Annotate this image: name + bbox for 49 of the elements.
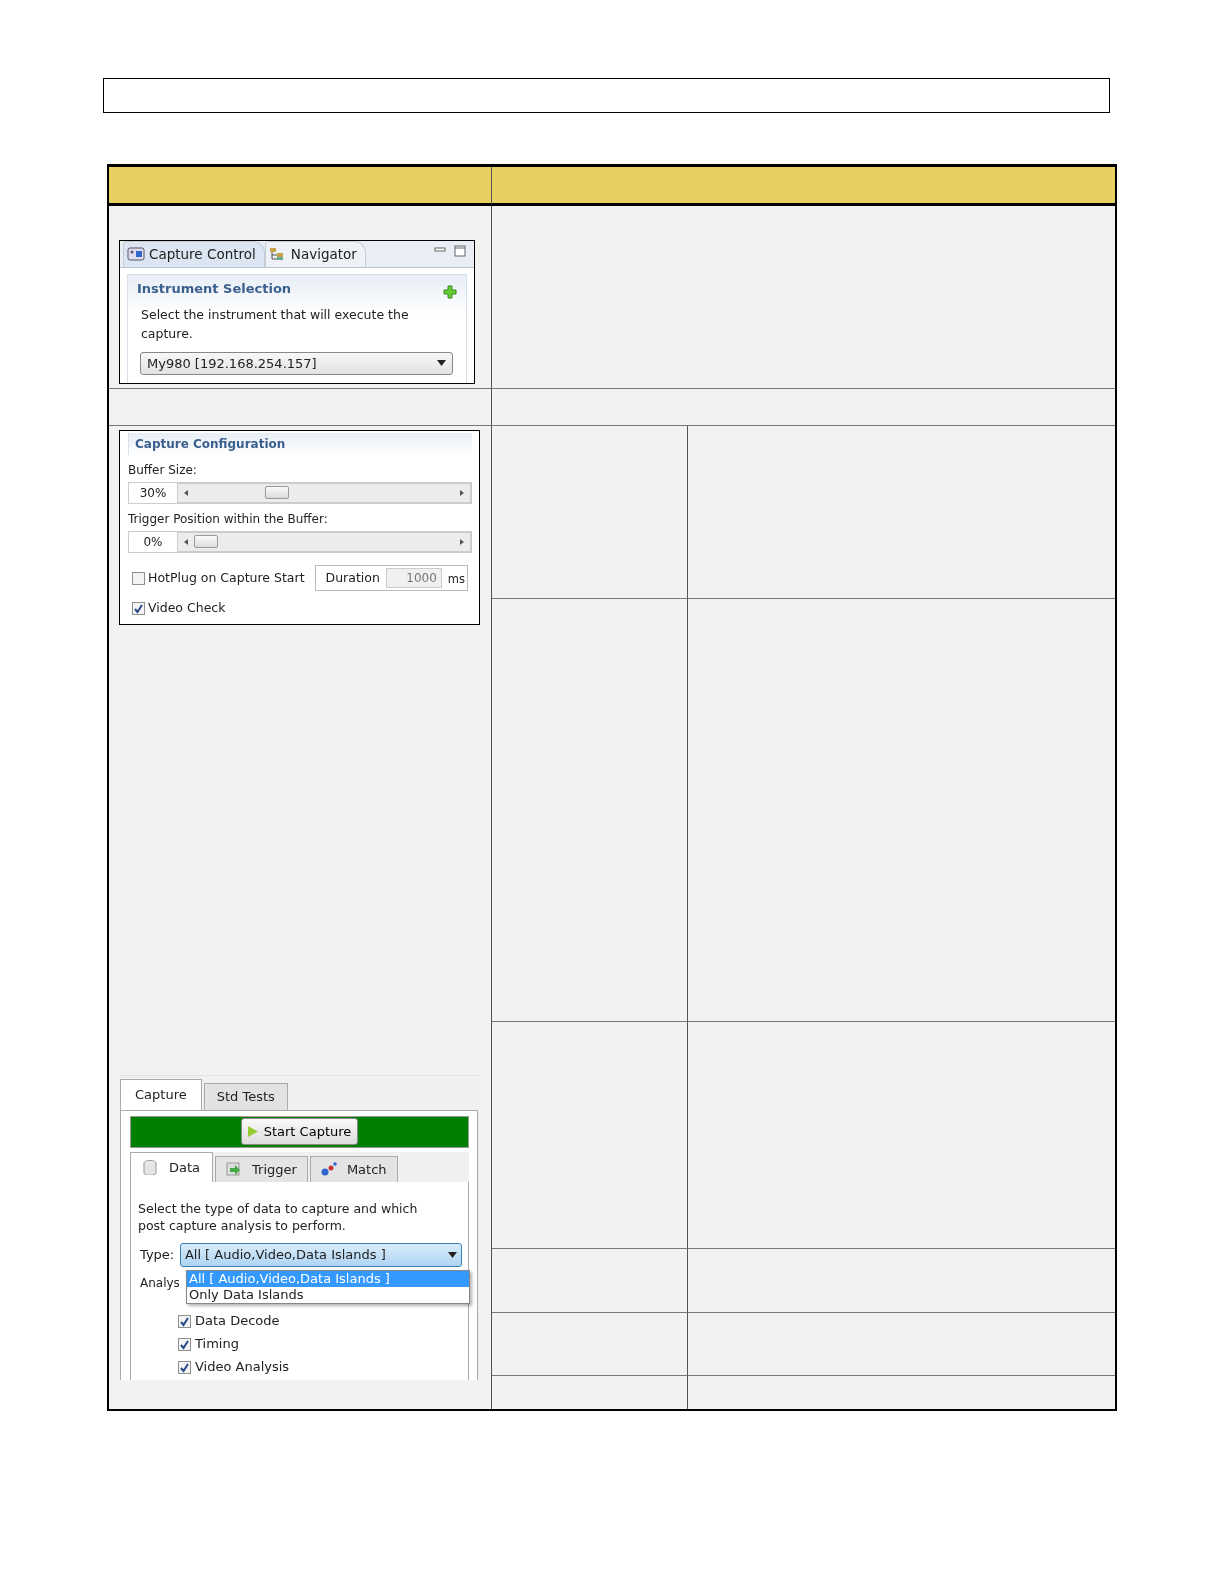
tab[interactable]: Data [130,1151,214,1182]
right-arrow-icon [460,490,464,496]
checkbox[interactable] [178,1360,191,1374]
scrollbar[interactable] [177,483,471,503]
duration-field[interactable]: 1000 [385,568,442,588]
instruction-text: Select the instrument that will execute the capture. [141,306,410,343]
checkbox-label: Timing [195,1335,239,1354]
checkbox[interactable] [132,601,145,615]
tab[interactable]: Std Tests [203,1083,288,1110]
add-icon [443,285,457,299]
slider-thumb[interactable] [264,486,289,499]
section-title: Capture Configuration [128,433,472,455]
checkbox-label: Data Decode [195,1312,280,1331]
field-label: Analys [140,1274,180,1292]
tab[interactable]: Trigger [215,1155,308,1182]
caret-icon [437,360,446,367]
checkbox[interactable] [178,1314,191,1328]
panel-tab[interactable]: Capture Control [123,240,265,267]
play-icon [247,1126,258,1137]
checkbox-label: Video Analysis [195,1358,290,1377]
left-arrow-icon [184,539,188,545]
scrollbar[interactable] [177,532,471,552]
molecule-icon [320,1161,337,1177]
caret-icon [448,1251,457,1258]
instrument-dropdown[interactable]: My980 [192.168.254.157] [140,351,453,375]
checkbox[interactable] [178,1337,191,1351]
maximize-icon [454,245,466,257]
type-dropdown[interactable]: All [ Audio,Video,Data Islands ] [179,1243,462,1267]
right-arrow-icon [460,539,464,545]
unit-label: ms [447,570,466,588]
left-arrow-icon [184,490,188,496]
database-icon [143,1159,159,1175]
slider-label: Buffer Size: [128,462,198,479]
field-label: Type: [140,1246,176,1264]
checkbox[interactable] [132,571,145,585]
duration-label: Duration [325,568,380,587]
start-capture-button[interactable]: Start Capture [240,1117,359,1146]
minimize-icon [434,245,446,255]
dropdown-option[interactable]: Only Data Islands [187,1286,469,1303]
checkbox-label: HotPlug on Capture Start [148,568,305,587]
checkbox-label: Video Check [148,599,226,617]
monitor-icon [127,246,145,261]
tab[interactable]: Capture [120,1079,202,1110]
panel-tab[interactable]: Navigator [264,240,366,267]
instruction-text: Select the type of data to capture and which post capture analysis to perform. [138,1200,419,1234]
slider-label: Trigger Position within the Buffer: [128,511,329,528]
slider-thumb[interactable] [194,535,218,548]
section-title: Instrument Selection [137,280,292,299]
tab[interactable]: Match [309,1155,398,1182]
